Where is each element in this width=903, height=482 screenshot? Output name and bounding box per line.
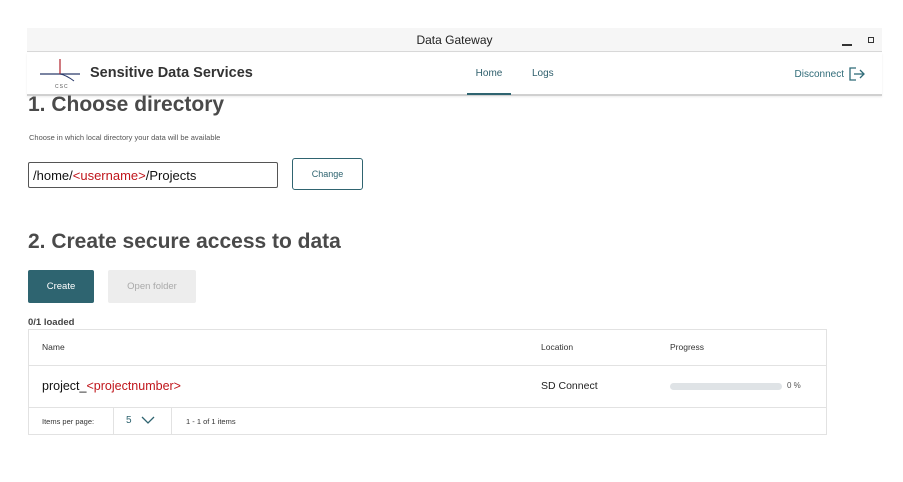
path-username-placeholder: <username>	[72, 168, 146, 183]
column-header-progress[interactable]: Progress	[670, 342, 704, 352]
items-per-page-label: Items per page:	[42, 417, 95, 426]
pagination-range: 1 - 1 of 1 items	[186, 417, 236, 426]
column-header-name[interactable]: Name	[42, 342, 65, 352]
chevron-down-icon[interactable]	[141, 415, 155, 425]
disconnect-label: Disconnect	[794, 68, 844, 80]
project-name-cell: project_<projectnumber>	[42, 379, 181, 393]
directory-path-input[interactable]: /home/<username>/Projects	[28, 162, 278, 188]
open-folder-button[interactable]: Open folder	[108, 270, 196, 303]
project-location-cell: SD Connect	[541, 380, 598, 392]
nav-logs[interactable]: Logs	[532, 68, 554, 79]
column-header-location[interactable]: Location	[541, 342, 573, 352]
table-row[interactable]: project_<projectnumber> SD Connect 0 %	[29, 366, 826, 408]
path-prefix: /home/	[33, 168, 73, 183]
table-pagination: Items per page: 5 1 - 1 of 1 items	[29, 408, 826, 435]
pagination-divider	[171, 408, 172, 435]
project-name-prefix: project_	[42, 379, 87, 393]
brand-title: Sensitive Data Services	[90, 65, 253, 81]
project-number-placeholder: <projectnumber>	[86, 379, 181, 393]
disconnect-button[interactable]: Disconnect	[795, 65, 866, 83]
progress-percent: 0 %	[787, 381, 801, 390]
create-button[interactable]: Create	[28, 270, 94, 303]
change-directory-button[interactable]: Change	[292, 158, 363, 190]
loaded-status: 0/1 loaded	[28, 317, 75, 328]
minimize-icon[interactable]	[842, 32, 852, 46]
projects-table: Name Location Progress project_<projectn…	[28, 329, 827, 435]
logout-icon	[849, 67, 865, 81]
title-bar: Data Gateway	[27, 28, 882, 52]
choose-directory-subtitle: Choose in which local directory your dat…	[29, 133, 221, 142]
maximize-icon[interactable]	[868, 37, 874, 43]
progress-bar	[670, 383, 782, 390]
pagination-divider	[113, 408, 114, 435]
path-suffix: /Projects	[145, 168, 197, 183]
window-title: Data Gateway	[416, 33, 493, 47]
page-size-select[interactable]: 5	[126, 415, 132, 426]
table-header: Name Location Progress	[29, 330, 826, 366]
logo-text: CSC	[55, 84, 69, 90]
nav-home[interactable]: Home	[467, 68, 511, 96]
app-header: CSC Sensitive Data Services Home Logs Di…	[27, 53, 882, 96]
nav-home-active-indicator	[467, 93, 511, 95]
choose-directory-heading: 1. Choose directory	[28, 93, 225, 116]
create-access-heading: 2. Create secure access to data	[28, 230, 341, 253]
